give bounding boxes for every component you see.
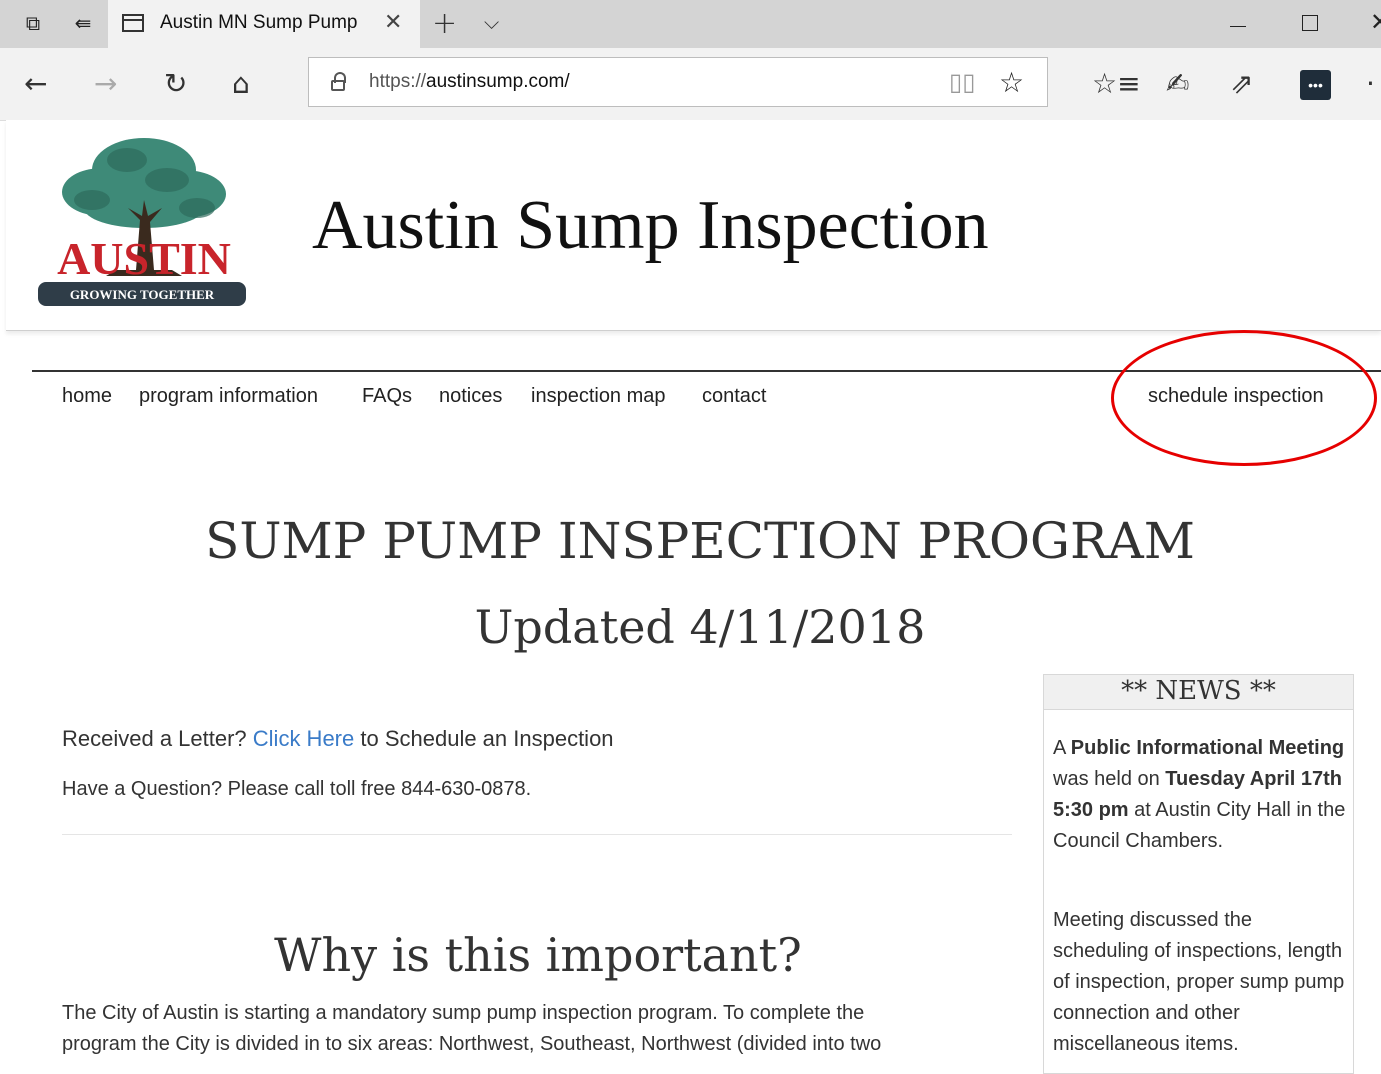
site-header: AUSTIN GROWING TOGETHER Austin Sump Insp… <box>6 120 1381 331</box>
question-line: Have a Question? Please call toll free 8… <box>62 778 532 800</box>
content-divider <box>62 834 1012 835</box>
pen-icon[interactable]: ✍ <box>1166 66 1189 102</box>
window-close-icon[interactable]: ✕ <box>1370 8 1381 36</box>
forward-icon[interactable]: → <box>94 66 117 102</box>
tab-title: Austin MN Sump Pump <box>160 12 358 33</box>
click-here-link[interactable]: Click Here <box>253 726 354 751</box>
close-icon[interactable]: ✕ <box>384 10 402 35</box>
minimize-icon[interactable] <box>1230 26 1246 27</box>
more-icon[interactable]: · <box>1366 66 1375 102</box>
letter-line: Received a Letter? Click Here to Schedul… <box>62 726 614 751</box>
news-paragraph-2: Meeting discussed the scheduling of insp… <box>1053 909 1345 1055</box>
nav-program-information[interactable]: program information <box>139 385 318 408</box>
lock-icon <box>331 72 346 91</box>
tab-manager-icon[interactable]: ⧉ <box>20 10 46 36</box>
favorites-icon[interactable]: ☆≡ <box>1092 66 1141 102</box>
news-box: ** NEWS ** A Public Informational Meetin… <box>1043 674 1354 1074</box>
nav-notices[interactable]: notices <box>439 385 502 408</box>
nav-contact[interactable]: contact <box>702 385 766 408</box>
page-heading: SUMP PUMP INSPECTION PROGRAM <box>205 512 1195 570</box>
home-icon[interactable]: ⌂ <box>232 66 250 102</box>
site-title: Austin Sump Inspection <box>312 187 989 264</box>
annotation-circle <box>1111 330 1377 466</box>
page-subheading: Updated 4/11/2018 <box>474 600 926 654</box>
svg-text:AUSTIN: AUSTIN <box>57 233 231 284</box>
refresh-icon[interactable]: ↻ <box>164 66 187 102</box>
nav-inspection-map[interactable]: inspection map <box>531 385 666 408</box>
share-icon[interactable]: ⇗ <box>1230 66 1253 102</box>
why-paragraph-line-1: The City of Austin is starting a mandato… <box>62 1002 865 1024</box>
tab-active[interactable]: Austin MN Sump Pump ✕ <box>108 0 420 48</box>
extension-icon[interactable]: ••• <box>1300 70 1331 100</box>
tab-bar: ⧉ ⇚ Austin MN Sump Pump ✕ + ⌵ ✕ <box>0 0 1381 48</box>
address-bar[interactable]: https://austinsump.com/ ▯▯ ☆ <box>308 57 1048 107</box>
nav-faqs[interactable]: FAQs <box>362 385 412 408</box>
page-icon <box>122 14 144 32</box>
plus-icon[interactable]: + <box>432 6 457 41</box>
reading-view-icon[interactable]: ▯▯ <box>949 68 975 96</box>
chevron-down-icon[interactable]: ⌵ <box>484 10 499 34</box>
browser-toolbar: ← → ↻ ⌂ https://austinsump.com/ ▯▯ ☆ ☆≡ … <box>0 48 1381 121</box>
set-aside-tabs-icon[interactable]: ⇚ <box>70 10 96 36</box>
maximize-icon[interactable] <box>1302 15 1318 31</box>
nav-home[interactable]: home <box>62 385 112 408</box>
svg-text:GROWING TOGETHER: GROWING TOGETHER <box>70 287 215 302</box>
news-title: ** NEWS ** <box>1044 675 1353 710</box>
star-icon[interactable]: ☆ <box>999 66 1024 99</box>
austin-logo[interactable]: AUSTIN GROWING TOGETHER <box>32 130 252 312</box>
news-paragraph-1: A Public Informational Meeting was held … <box>1053 737 1346 852</box>
why-heading: Why is this important? <box>274 928 802 982</box>
url-text: https://austinsump.com/ <box>369 71 570 92</box>
back-icon[interactable]: ← <box>24 66 47 102</box>
